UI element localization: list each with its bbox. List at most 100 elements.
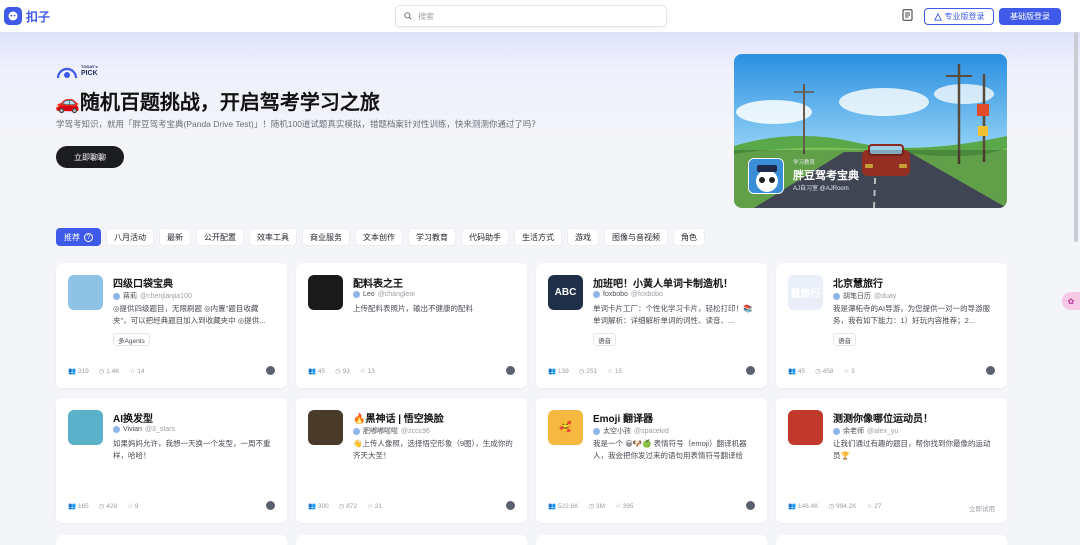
bot-description: 我是潭柘寺的AI导游，为您提供一对一的导游服务，我有如下能力：1）好玩内容推荐；… (833, 304, 991, 325)
bot-card[interactable]: 配料表之王 Leo @changleoi 上传配料表照片，输出不健康的配料 👥 45 ◷ … (296, 263, 527, 388)
author-handle: @spacekid (634, 427, 669, 435)
stars-stat: ☆ 27 (866, 503, 882, 510)
platform-avatar-icon (986, 366, 995, 375)
bot-avatar-icon: 🥰 (548, 410, 583, 445)
bot-card[interactable]: ABC 加班吧！小黄人单词卡制造机！ foxbobo @foxbobo 单词卡片工厂：个… (536, 263, 767, 388)
bot-title: 配料表之王 (353, 279, 403, 290)
stars-count: 21 (374, 503, 382, 510)
bot-author: 余老师 @alex_yu (833, 426, 898, 436)
tab-games[interactable]: 游戏 (567, 228, 599, 246)
logo[interactable]: 扣子 (4, 7, 50, 25)
tab-characters[interactable]: 角色 (673, 228, 705, 246)
tab-latest[interactable]: 最新 (159, 228, 191, 246)
stars-stat: ☆ 9 (127, 503, 139, 510)
basic-login-button[interactable]: 基础版登录 (999, 8, 1061, 25)
author-avatar-icon (833, 427, 840, 435)
try-now-link[interactable]: 立即试用 (969, 503, 995, 513)
assistant-float-icon[interactable]: ✿ (1062, 292, 1080, 310)
author-handle: @changleoi (377, 291, 415, 298)
chats-count: 428 (106, 503, 118, 510)
author-handle: @alex_yu (867, 427, 899, 435)
bot-avatar-icon (68, 275, 103, 310)
users-count: 165 (77, 503, 89, 510)
stars-count: 3 (851, 368, 855, 375)
users-stat: 👥 300 (308, 503, 329, 510)
author-name: 太空小孩 (603, 428, 631, 435)
stars-count: 395 (622, 503, 634, 510)
bot-card[interactable]: 测测你像哪位运动员！ 余老师 @alex_yu 让我们通过有趣的题目，帮你找到你最像的… (776, 398, 1007, 523)
bot-author: 蒋莉 @chenjianjia100 (113, 291, 192, 301)
bot-badge: 语音 (833, 333, 856, 346)
tab-education[interactable]: 学习教育 (408, 228, 456, 246)
search-box[interactable] (395, 5, 667, 27)
bot-avatar-text: 🥰 (559, 422, 572, 433)
banner-tag: 学习教育 (793, 160, 816, 166)
bot-stats: 👥 165 ◷ 428 ☆ 9 (68, 502, 148, 510)
banner-title: 胖豆驾考宝典 (793, 170, 859, 182)
bot-avatar-icon (308, 410, 343, 445)
stars-stat: ☆ 3 (843, 368, 855, 375)
users-stat: 👥 146.4K (788, 503, 819, 510)
chats-count: 458 (822, 368, 834, 375)
users-count: 146.4K (797, 503, 819, 510)
platform-icons (983, 366, 995, 375)
bot-author: foxbobo @foxbobo (593, 291, 663, 298)
author-avatar-icon (593, 291, 600, 298)
chats-stat: ◷ 458 (815, 368, 834, 375)
triangle-icon (933, 12, 942, 21)
bot-author: Vivian @3_stars (113, 426, 175, 433)
bot-card[interactable]: 🥰 Emoji 翻译器 太空小孩 @spacekid 我是一个 😀🐶🍏 表情符号（emo… (536, 398, 767, 523)
pro-login-button[interactable]: 专业版登录 (924, 8, 994, 25)
card-partial (56, 535, 287, 545)
users-count: 300 (317, 503, 329, 510)
tab-august-event[interactable]: 八月活动 (106, 228, 154, 246)
chats-count: 994.2K (836, 503, 857, 510)
bot-avatar-icon (788, 410, 823, 445)
users-count: 522.6K (557, 503, 579, 510)
bot-stats: 👥 45 ◷ 93 ☆ 13 (308, 367, 385, 375)
tab-business-services[interactable]: 商业服务 (302, 228, 350, 246)
users-stat: 👥 319 (68, 368, 89, 375)
tab-efficiency-tools[interactable]: 效率工具 (249, 228, 297, 246)
chats-stat: ◷ 994.2K (828, 503, 857, 510)
tab-recommended[interactable]: 推荐? (56, 228, 101, 246)
stars-count: 13 (367, 368, 375, 375)
users-stat: 👥 165 (68, 503, 89, 510)
tab-public-config[interactable]: 公开配置 (196, 228, 244, 246)
bot-card[interactable]: AI换发型 Vivian @3_stars 如果妈妈允许，我想一天换一个发型，一周不重… (56, 398, 287, 523)
platform-icons (503, 501, 515, 510)
platform-avatar-icon (506, 366, 515, 375)
bot-avatar-icon: 慧旅行 (788, 275, 823, 310)
bot-card[interactable]: 四级口袋宝典 蒋莉 @chenjianjia100 ◎提供四级题目，无限刷题 ◎内置"… (56, 263, 287, 388)
bot-stats: 👥 319 ◷ 1.4K ☆ 14 (68, 367, 155, 375)
chat-now-button[interactable]: 立即聊聊 (56, 146, 124, 168)
platform-avatar-icon (506, 501, 515, 510)
bot-stats: 👥 300 ◷ 872 ☆ 21 (308, 502, 392, 510)
chats-count: 251 (586, 368, 598, 375)
stars-stat: ☆ 13 (359, 368, 375, 375)
page-scrollbar[interactable] (1074, 32, 1078, 242)
platform-avatar-icon (746, 366, 755, 375)
document-icon[interactable] (902, 9, 913, 21)
author-avatar-icon (113, 292, 120, 300)
bot-card[interactable]: 慧旅行 北京慧旅行 胡笔日历 @duay 我是潭柘寺的AI导游，为您提供一对一的导游服务… (776, 263, 1007, 388)
tab-lifestyle[interactable]: 生活方式 (514, 228, 562, 246)
users-count: 45 (797, 368, 806, 375)
platform-icons (743, 501, 755, 510)
featured-banner[interactable]: 学习教育 胖豆驾考宝典 AJ自习室 @AJRoom (734, 54, 1007, 208)
author-avatar-icon (593, 427, 600, 435)
pro-login-label: 专业版登录 (944, 12, 985, 21)
category-tabs: 推荐? 八月活动 最新 公开配置 效率工具 商业服务 文本创作 学习教育 代码助… (56, 228, 710, 246)
bot-title: Emoji 翻译器 (593, 414, 654, 425)
help-icon[interactable]: ? (84, 232, 93, 242)
tab-text-creation[interactable]: 文本创作 (355, 228, 403, 246)
tab-code-assistant[interactable]: 代码助手 (461, 228, 509, 246)
search-input[interactable] (418, 11, 648, 21)
bot-avatar-text: 慧旅行 (790, 289, 821, 300)
chats-stat: ◷ 251 (578, 368, 598, 375)
users-stat: 👥 45 (308, 368, 326, 375)
bot-card[interactable]: 🔥黑神话 | 悟空换脸 肥嘟嘟啦啦 @zccc96 👋上传人像照，选择悟空形象（9图）… (296, 398, 527, 523)
users-stat: 👥 139 (548, 368, 569, 375)
tab-image-audio-video[interactable]: 图像与音视频 (604, 228, 668, 246)
bot-stats: 👥 45 ◷ 458 ☆ 3 (788, 367, 865, 375)
